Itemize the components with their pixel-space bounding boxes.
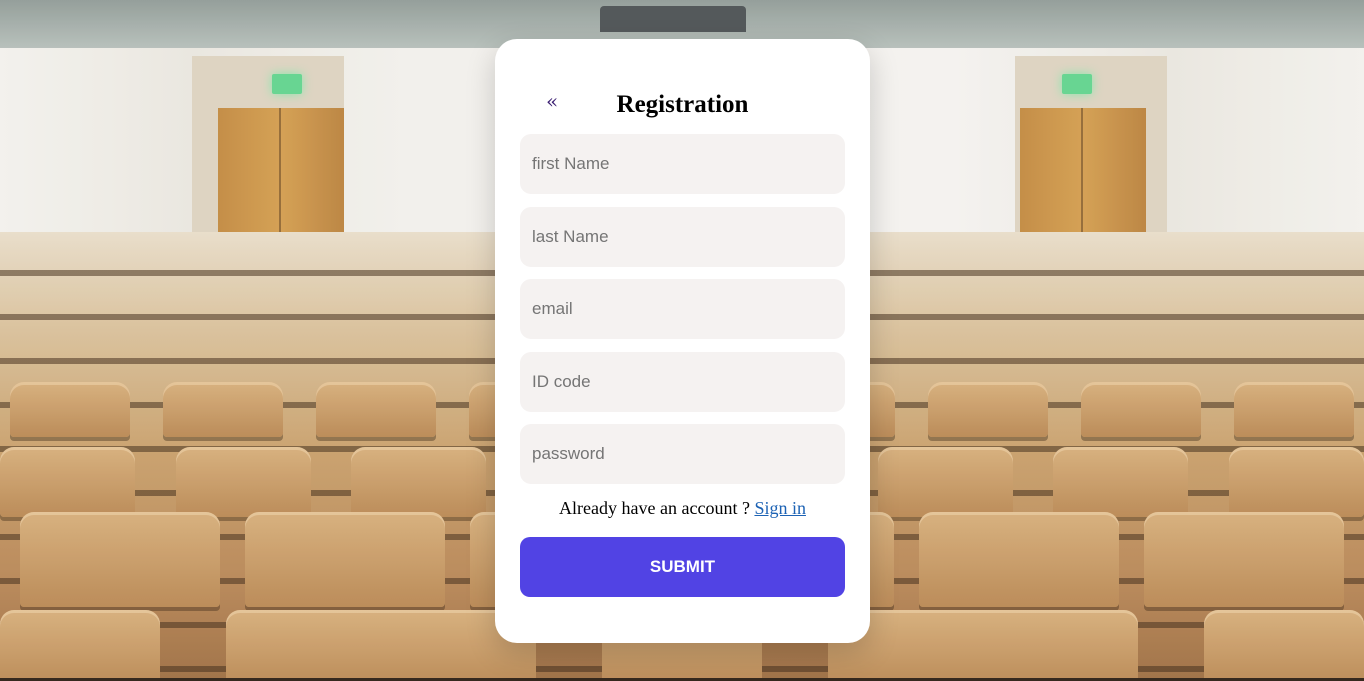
submit-button[interactable]: SUBMIT [520,536,845,597]
registration-card: « Registration Already have an account ?… [495,39,870,643]
registration-form: Already have an account ? Sign in SUBMIT [520,134,845,597]
signin-link[interactable]: Sign in [754,498,806,518]
card-header: « Registration [520,39,845,134]
first-name-field[interactable] [520,134,845,194]
page-title: Registration [616,90,749,118]
signin-prompt-row: Already have an account ? Sign in [520,497,845,537]
last-name-field[interactable] [520,206,845,267]
email-field[interactable] [520,279,845,339]
back-chevron-icon[interactable]: « [546,91,558,111]
id-code-field[interactable] [520,351,845,412]
password-field[interactable] [520,424,845,484]
signin-prompt-text: Already have an account ? [559,497,750,518]
